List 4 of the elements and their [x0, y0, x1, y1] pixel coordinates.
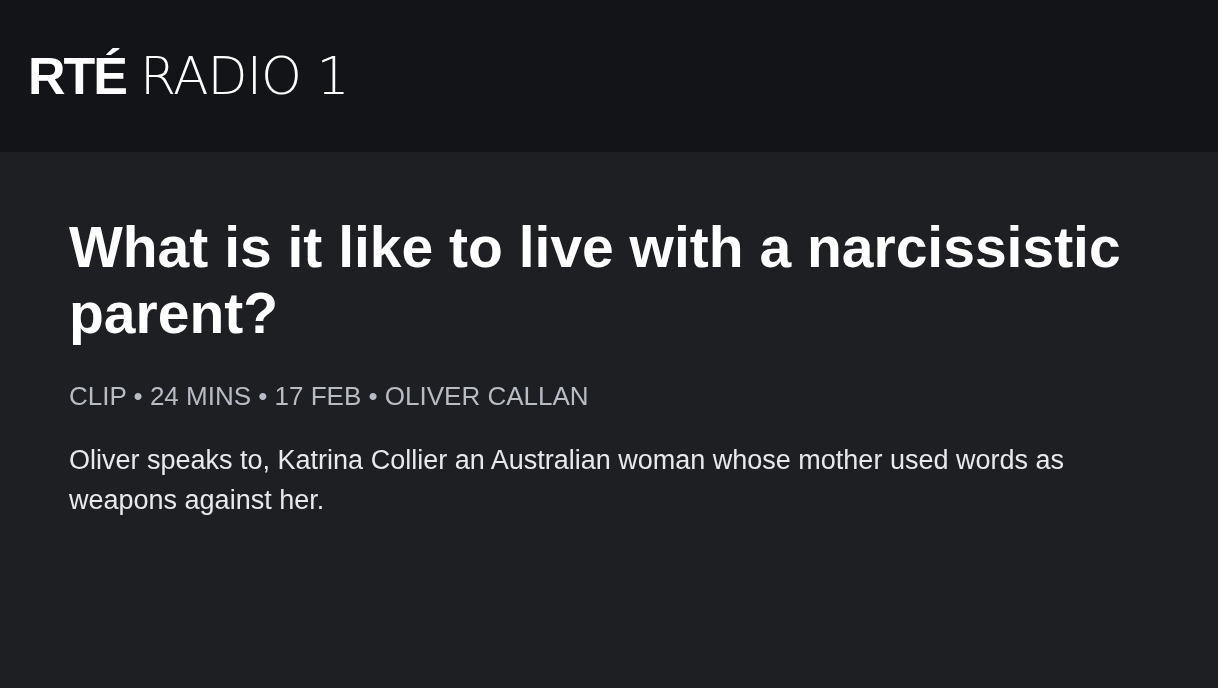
clip-title: What is it like to live with a narcissistic parent?	[69, 214, 1122, 346]
station-logo[interactable]: RTÉ RADIO 1	[28, 50, 349, 102]
clip-description: Oliver speaks to, Katrina Collier an Australian woman whose mother used words as weapons against her.	[69, 444, 1065, 517]
clip-meta: CLIP • 24 MINS • 17 FEB • OLIVER CALLAN	[69, 380, 589, 413]
